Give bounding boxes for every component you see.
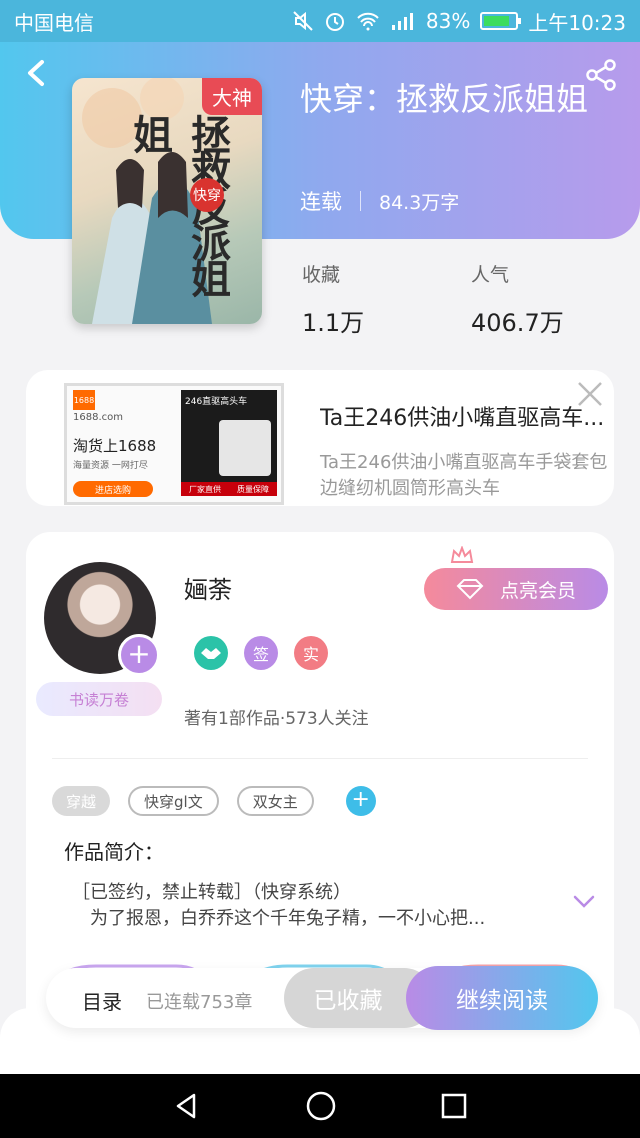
battery-icon: [480, 12, 522, 30]
cover-badge: 大神: [202, 78, 262, 115]
favorites-label: 收藏: [302, 264, 341, 286]
home-nav-icon[interactable]: [305, 1090, 337, 1122]
meta-divider: [360, 191, 361, 211]
ad-cta: 进店选购: [73, 481, 153, 497]
ad-logo: 1688: [73, 390, 95, 410]
book-cover[interactable]: 拯救反派姐姐 快穿 大神: [72, 78, 262, 324]
carrier-label: 中国电信: [14, 10, 94, 35]
crown-icon: [450, 546, 474, 563]
chapter-count[interactable]: 已连载753章: [146, 988, 252, 1014]
book-status: 连载: [300, 190, 342, 214]
chevron-down-icon[interactable]: [572, 894, 596, 910]
ad-title[interactable]: Ta王246供油小嘴直驱高车...: [320, 400, 610, 432]
ad-foot-right: 质量保障: [237, 484, 269, 494]
ad-image-left: 1688 1688.com 淘货上1688 海量资源 一网打尽 进店选购: [67, 386, 179, 502]
popularity-label: 人气: [471, 264, 510, 286]
system-nav-bar: [0, 1074, 640, 1138]
intro-label: 作品简介：: [64, 840, 164, 864]
signal-icon: [391, 13, 413, 30]
book-meta: 连载 84.3万字: [300, 186, 459, 216]
tag-chip[interactable]: 双女主: [236, 786, 314, 816]
intro-text-line2: 为了报恩，白乔乔这个千年兔子精，一不小心把...: [90, 908, 486, 929]
popularity-stat: 人气 406.7万: [471, 260, 564, 338]
toc-button[interactable]: 目录: [82, 986, 122, 1015]
continue-reading-button[interactable]: 继续阅读: [406, 966, 598, 1030]
verified-icon[interactable]: 实: [294, 636, 328, 670]
handshake-icon[interactable]: [194, 636, 228, 670]
ad-site: 1688.com: [73, 412, 123, 423]
diamond-icon: [456, 579, 484, 600]
tag-list: 穿越 快穿gl文 双女主 +: [52, 786, 376, 816]
ad-image[interactable]: 1688 1688.com 淘货上1688 海量资源 一网打尽 进店选购 246…: [64, 383, 284, 505]
ad-product: 246直驱高头车: [185, 397, 248, 407]
ad-foot-left: 厂家直供: [189, 484, 221, 494]
ad-sub: 海量资源 一网打尽: [73, 461, 148, 471]
action-bar: 目录 已连载753章 已收藏 继续阅读: [46, 966, 598, 1030]
favorites-value: 1.1万: [302, 309, 365, 337]
clock: 上午10:23: [528, 10, 626, 35]
word-count: 84.3万字: [379, 191, 460, 214]
ad-slogan: 淘货上1688: [73, 437, 157, 455]
add-tag-button[interactable]: +: [345, 786, 376, 816]
author-works-info: 著有1部作品·573人关注: [184, 709, 369, 729]
author-honor-icons: 签 实: [194, 636, 328, 670]
signed-icon[interactable]: 签: [244, 636, 278, 670]
mute-icon: [293, 11, 313, 31]
tag-chip[interactable]: 穿越: [52, 786, 111, 816]
vip-button[interactable]: 点亮会员: [424, 568, 608, 610]
popularity-value: 406.7万: [471, 309, 564, 337]
ad-description[interactable]: Ta王246供油小嘴直驱高车手袋套包边缝纫机圆筒形高头车: [320, 450, 610, 502]
status-icons: 83% 上午10:23: [292, 7, 626, 36]
close-icon[interactable]: [576, 380, 604, 408]
battery-percent: 83%: [425, 9, 471, 33]
cover-title-art: 拯救反派姐姐: [126, 114, 231, 294]
alarm-icon: [325, 13, 344, 31]
back-nav-icon[interactable]: [172, 1091, 202, 1121]
divider: [52, 758, 588, 759]
recents-nav-icon[interactable]: [440, 1092, 468, 1120]
status-bar: 中国电信 83% 上午10:23: [0, 0, 640, 42]
wifi-icon: [357, 12, 379, 31]
favorites-stat: 收藏 1.1万: [302, 260, 364, 338]
sewing-machine-image: [219, 420, 271, 476]
intro-text-line1: ［已签约，禁止转载］（快穿系统）: [72, 882, 351, 903]
vip-button-label: 点亮会员: [499, 579, 576, 602]
tag-chip[interactable]: 快穿gl文: [128, 786, 219, 816]
cover-seal: 快穿: [190, 178, 224, 212]
ad-image-right: 246直驱高头车 厂家直供 质量保障: [181, 390, 277, 496]
back-icon[interactable]: [20, 56, 54, 90]
author-name[interactable]: 婳荼: [184, 570, 232, 605]
ad-card[interactable]: 1688 1688.com 淘货上1688 海量资源 一网打尽 进店选购 246…: [26, 370, 614, 506]
ad-image-footer: 厂家直供 质量保障: [181, 482, 277, 496]
reader-badge: 书读万卷: [36, 682, 162, 716]
follow-button[interactable]: +: [118, 634, 160, 676]
book-title: 快穿：拯救反派姐姐: [300, 80, 589, 118]
